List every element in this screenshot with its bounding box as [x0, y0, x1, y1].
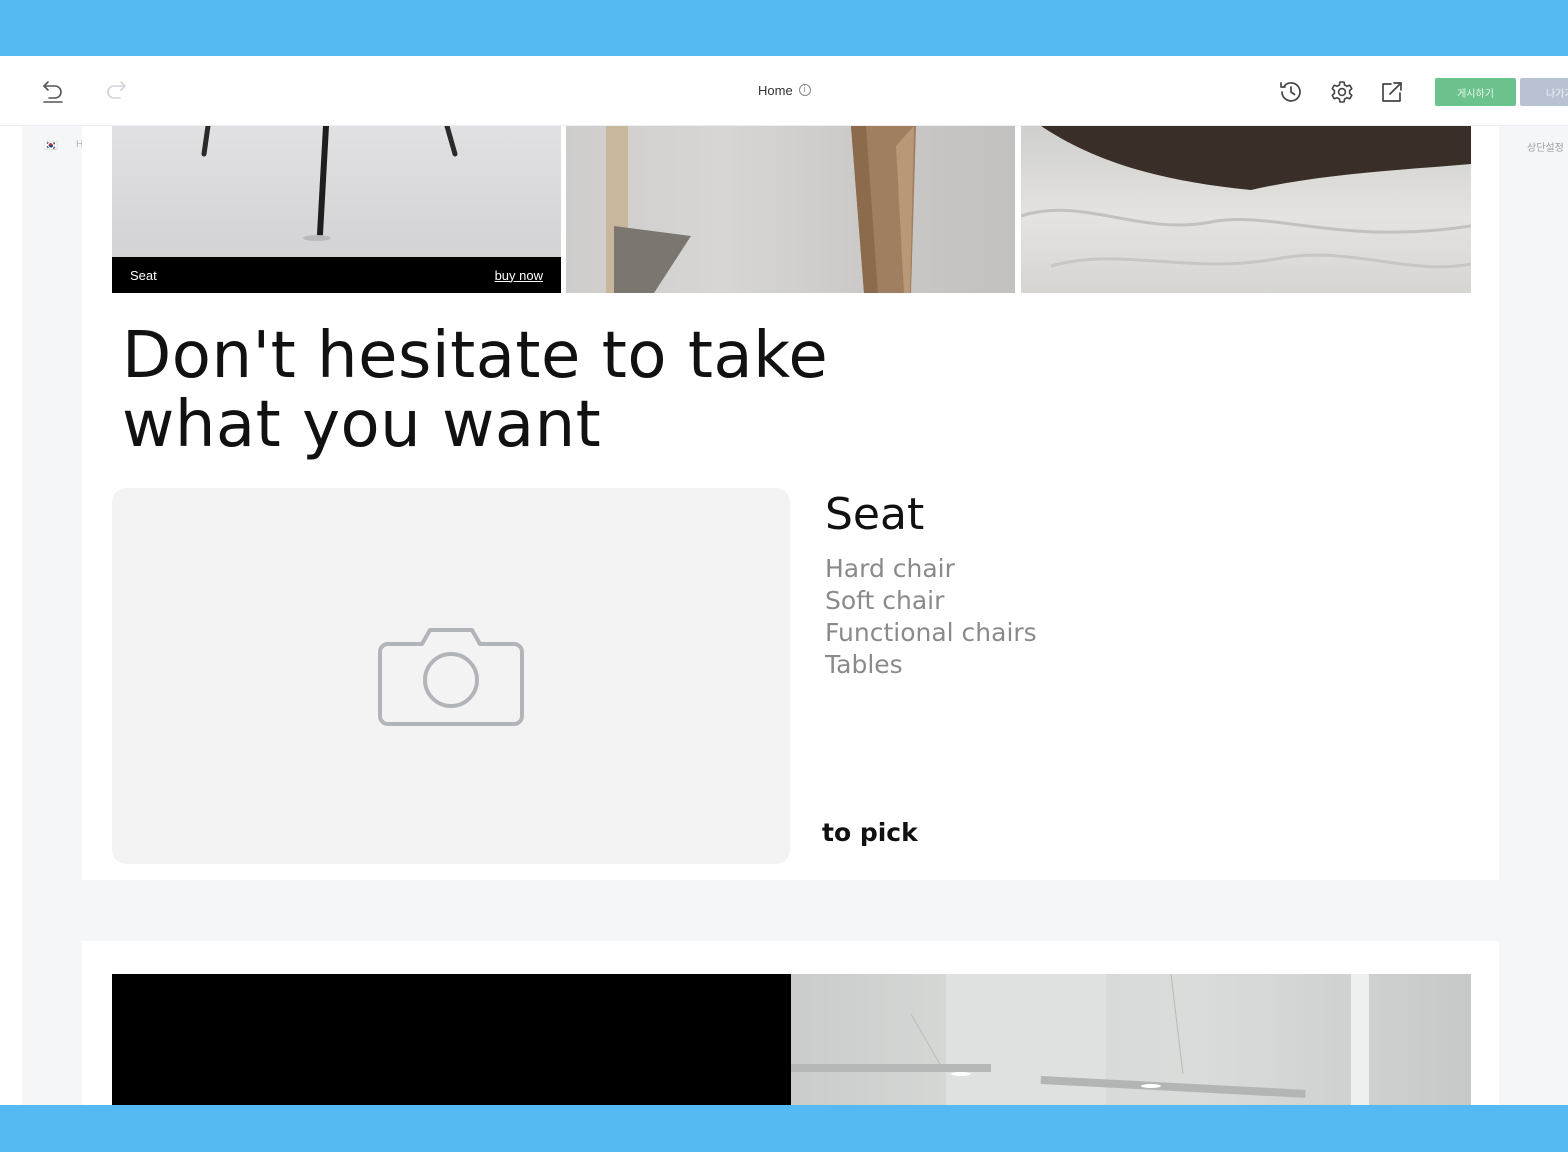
- fabric-tray-image: [1021, 126, 1471, 269]
- undo-icon: [43, 81, 63, 103]
- page-headline: Don't hesitate to take what you want: [122, 322, 882, 460]
- to-pick-link[interactable]: to pick: [822, 818, 918, 847]
- tile-caption-label: Seat: [130, 267, 157, 283]
- info-icon: i: [798, 84, 811, 96]
- editor-toolbar: Home i 게시하기 나가기: [0, 56, 1568, 126]
- category-item-tables[interactable]: Tables: [825, 649, 1037, 681]
- camera-icon: [378, 628, 524, 726]
- redo-icon: [107, 81, 126, 99]
- pendant-lights-image: [791, 974, 1369, 1105]
- page-title-label: Home: [758, 82, 793, 98]
- buy-now-link[interactable]: buy now: [495, 268, 543, 283]
- page-canvas-section: Seat buy now Don't hesitate to take what…: [82, 126, 1499, 880]
- tile-caption-bar: Seat buy now: [112, 257, 561, 293]
- bottom-frame-bar: [0, 1105, 1568, 1152]
- headline-line-1: Don't hesitate to take: [122, 319, 829, 393]
- banner-lighting-photo: [791, 974, 1471, 1105]
- top-frame-bar: [0, 0, 1568, 56]
- headline-line-2: what you want: [122, 388, 602, 462]
- category-title: Seat: [825, 489, 925, 540]
- gallery-tile-wood-chair[interactable]: [566, 126, 1015, 293]
- history-icon: [1280, 82, 1301, 102]
- settings-button[interactable]: [1328, 78, 1356, 106]
- external-link-icon: [1382, 82, 1402, 102]
- category-item-soft-chair[interactable]: Soft chair: [825, 585, 1037, 617]
- category-item-functional-chairs[interactable]: Functional chairs: [825, 617, 1037, 649]
- gallery-tile-fabric[interactable]: [1021, 126, 1471, 293]
- page-title[interactable]: Home i: [758, 80, 811, 100]
- banner-black-panel: [112, 974, 791, 1105]
- wood-chair-image: [606, 126, 916, 293]
- gear-icon: [1331, 81, 1353, 103]
- top-settings-label[interactable]: 상단설정: [1527, 139, 1564, 154]
- open-preview-button[interactable]: [1378, 78, 1406, 106]
- exit-button[interactable]: 나가기: [1520, 78, 1568, 106]
- next-section: [82, 941, 1499, 1105]
- publish-button[interactable]: 게시하기: [1435, 78, 1516, 106]
- left-gutter: [0, 126, 22, 1105]
- category-list: Hard chair Soft chair Functional chairs …: [825, 553, 1037, 681]
- redo-button[interactable]: [101, 76, 131, 106]
- history-button[interactable]: [1277, 78, 1305, 106]
- image-placeholder[interactable]: [112, 488, 790, 864]
- undo-button[interactable]: [38, 76, 68, 106]
- gallery-tile-chair[interactable]: Seat buy now: [112, 126, 561, 293]
- language-flag-icon[interactable]: 🇰🇷: [44, 139, 60, 153]
- category-item-hard-chair[interactable]: Hard chair: [825, 553, 1037, 585]
